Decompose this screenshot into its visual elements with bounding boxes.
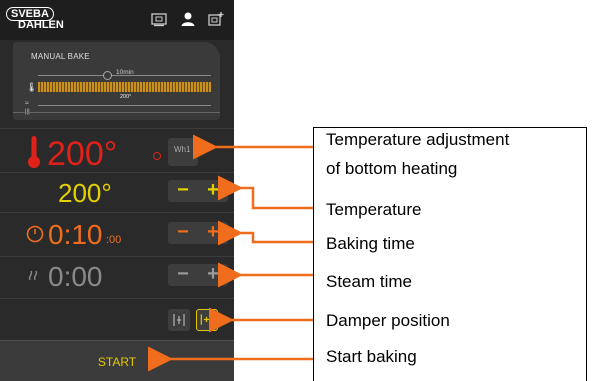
callout-start: Start baking (326, 347, 417, 366)
callout-steam-time: Steam time (326, 272, 412, 291)
callout-arrows (148, 134, 313, 372)
callout-bottom-heating-line1: Temperature adjustment (326, 130, 510, 149)
callout-damper: Damper position (326, 311, 450, 330)
callout-bottom-heating-line2: of bottom heating (326, 159, 458, 178)
callout-temperature: Temperature (326, 200, 422, 219)
callout-baking-time: Baking time (326, 234, 415, 253)
arrow-baking-time (218, 220, 313, 246)
arrow-temperature (218, 175, 313, 210)
